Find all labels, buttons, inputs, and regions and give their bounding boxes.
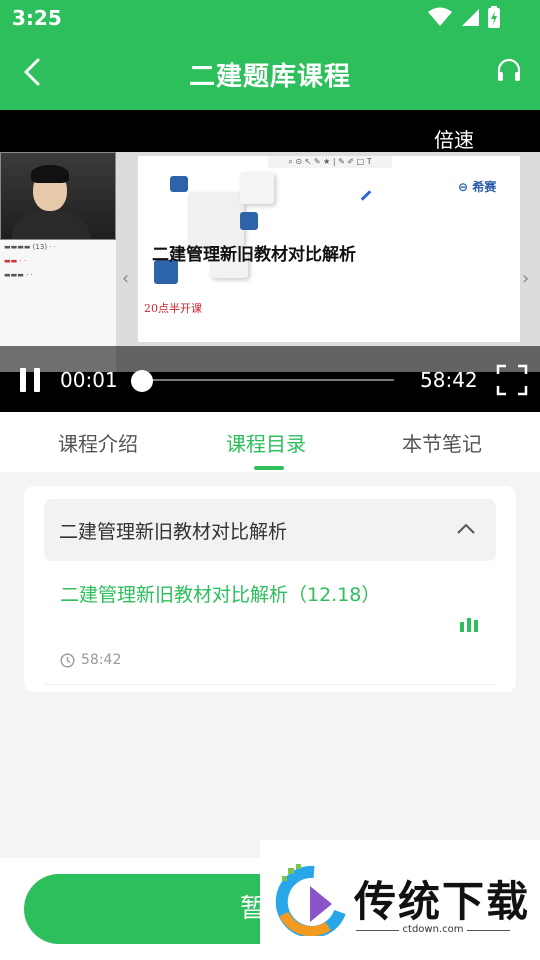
video-frame: ▬▬▬▬ (13) · · ▬▬ · · ▬▬▬ · · ‹ › ⌕ ⊙ ↖ ✎… xyxy=(0,152,540,372)
player-controls: 00:01 58:42 xyxy=(0,346,540,412)
nav-bar: 二建题库课程 xyxy=(0,36,540,110)
slide-toolbar: ⌕ ⊙ ↖ ✎ ★ | ✎ ✐ □ T xyxy=(268,156,392,168)
teacher-camera xyxy=(0,152,116,240)
app-header: 3:25 二建题库课程 xyxy=(0,0,540,110)
panel-row: ▬▬▬▬ (13) · · xyxy=(4,243,56,251)
progress-track[interactable] xyxy=(142,379,394,381)
chapter-header[interactable]: 二建管理新旧教材对比解析 xyxy=(44,499,496,561)
wifi-icon xyxy=(428,7,452,26)
signal-icon xyxy=(462,9,479,26)
tab-course-intro[interactable]: 课程介绍 xyxy=(58,428,138,457)
slide-decor xyxy=(170,176,188,192)
status-bar: 3:25 xyxy=(0,0,540,36)
lesson-title[interactable]: 二建管理新旧教材对比解析（12.18） xyxy=(60,578,440,612)
clock-icon xyxy=(60,652,75,668)
page-title: 二建题库课程 xyxy=(188,62,351,92)
watermark: 传统下载 ctdown.com xyxy=(260,840,540,960)
slide-decor xyxy=(240,212,258,230)
slide-subtitle: 20点半开课 xyxy=(144,302,202,315)
tab-course-catalog[interactable]: 课程目录 xyxy=(226,428,306,457)
chapter-title: 二建管理新旧教材对比解析 xyxy=(59,521,288,543)
catalog-card: 二建管理新旧教材对比解析 二建管理新旧教材对比解析（12.18） 58:42 xyxy=(24,486,516,692)
tab-active-indicator xyxy=(254,466,284,470)
lesson-duration-text: 58:42 xyxy=(81,652,122,668)
lesson-duration: 58:42 xyxy=(60,652,121,668)
tab-lesson-notes[interactable]: 本节笔记 xyxy=(402,428,482,457)
video-player[interactable]: 倍速 ▬▬▬▬ (13) · · ▬▬ · · ▬▬▬ · · ‹ › ⌕ ⊙ … xyxy=(0,110,540,412)
playing-bars-icon xyxy=(460,618,478,632)
battery-icon xyxy=(488,6,500,28)
slide-brand: ⊖ 希赛 xyxy=(458,180,497,194)
headset-icon[interactable] xyxy=(496,58,522,84)
watermark-logo-icon xyxy=(275,864,346,936)
divider xyxy=(44,684,496,685)
total-duration: 58:42 xyxy=(420,368,478,392)
watermark-url: ctdown.com xyxy=(356,924,510,935)
pause-icon[interactable] xyxy=(20,368,42,392)
panel-row: ▬▬ · · xyxy=(4,257,27,265)
teacher-hair xyxy=(31,165,69,183)
status-time: 3:25 xyxy=(12,6,62,30)
panel-row: ▬▬▬ · · xyxy=(4,271,33,279)
slide-prev-icon[interactable]: ‹ xyxy=(122,268,129,289)
fullscreen-icon[interactable] xyxy=(496,364,528,396)
watermark-name: 传统下载 xyxy=(354,877,531,926)
slide-next-icon[interactable]: › xyxy=(522,268,529,289)
slide-title: 二建管理新旧教材对比解析 xyxy=(152,245,356,265)
chevron-up-icon[interactable] xyxy=(456,521,476,535)
teacher-body xyxy=(11,211,91,239)
slide-decor xyxy=(240,172,274,204)
status-icons xyxy=(428,6,500,28)
speed-button[interactable]: 倍速 xyxy=(434,124,474,153)
progress-thumb[interactable] xyxy=(131,370,153,392)
tab-bar: 课程介绍 课程目录 本节笔记 xyxy=(0,412,540,472)
current-time: 00:01 xyxy=(60,368,118,392)
slide-decor xyxy=(188,192,244,246)
